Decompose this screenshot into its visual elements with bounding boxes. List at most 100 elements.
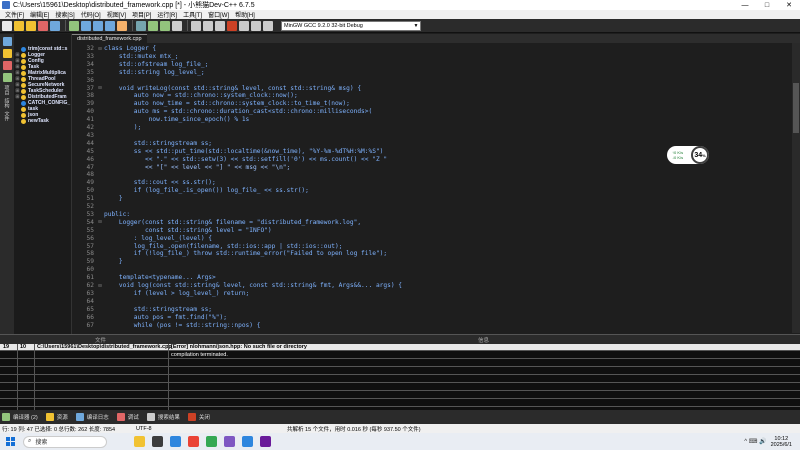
expand-icon[interactable]: ⊞ xyxy=(15,94,20,100)
close-button[interactable]: ✕ xyxy=(778,0,800,10)
side-tab-label[interactable]: 项目 xyxy=(4,85,11,95)
code-line[interactable]: 48 xyxy=(72,171,792,178)
taskbar-app-icon[interactable] xyxy=(170,436,181,447)
code-line[interactable]: 37 ⊟ void writeLog(const std::string& lev… xyxy=(72,85,792,92)
menu-item[interactable]: 工具[T] xyxy=(180,10,205,19)
taskbar-search[interactable]: ⌕ 搜索 xyxy=(23,435,107,448)
menu-item[interactable]: 代码[O] xyxy=(78,10,104,19)
toolbar-button-icon[interactable] xyxy=(81,20,91,31)
fold-icon[interactable]: ⊟ xyxy=(96,85,104,91)
menu-item[interactable]: 帮助[H] xyxy=(232,10,258,19)
code-line[interactable]: 64 xyxy=(72,298,792,305)
code-line[interactable]: 34 std::ofstream log_file_; xyxy=(72,61,792,68)
fold-icon[interactable]: ⊟ xyxy=(96,219,104,225)
bottom-tab[interactable]: 搜索结果 xyxy=(146,413,180,421)
toolbar-button-icon[interactable] xyxy=(172,20,182,31)
toolbar-button-icon[interactable] xyxy=(26,20,36,31)
code-line[interactable]: 36 xyxy=(72,77,792,84)
taskbar-app-icon[interactable] xyxy=(188,436,199,447)
side-tab-icon[interactable] xyxy=(2,37,12,46)
code-line[interactable]: 62 ⊟ void log(const std::string& level, c… xyxy=(72,282,792,289)
side-tab-label[interactable]: 文件 xyxy=(4,111,11,121)
toolbar-button-icon[interactable] xyxy=(160,20,170,31)
minimize-button[interactable]: — xyxy=(734,0,756,10)
menu-item[interactable]: 项目[P] xyxy=(129,10,154,19)
side-tab-icon[interactable] xyxy=(2,61,12,70)
menu-item[interactable]: 视图[V] xyxy=(104,10,129,19)
code-line[interactable]: 47 << "[" << level << "] " << msg << "\n… xyxy=(72,164,792,171)
code-line[interactable]: 63 if (level > log_level_) return; xyxy=(72,290,792,297)
toolbar-button-icon[interactable] xyxy=(251,20,261,31)
bottom-tab[interactable]: 调试 xyxy=(116,413,139,421)
code-line[interactable]: 61 template<typename... Args> xyxy=(72,274,792,281)
code-line[interactable]: 57 log_file_.open(filename, std::ios::ap… xyxy=(72,243,792,250)
toolbar-button-icon[interactable] xyxy=(215,20,225,31)
code-line[interactable]: 41 now.time_since_epoch() % 1s xyxy=(72,116,792,123)
menu-item[interactable]: 编辑[E] xyxy=(27,10,52,19)
file-encoding[interactable]: UTF-8 xyxy=(136,426,152,432)
code-line[interactable]: 59 } xyxy=(72,258,792,265)
taskbar-app-icon[interactable] xyxy=(224,436,235,447)
editor-scrollbar[interactable] xyxy=(792,43,800,333)
code-line[interactable]: 55 const std::string& level = "INFO") xyxy=(72,227,792,234)
output-row[interactable]: 19 10 C:\Users\15961\Desktop\distributed_f… xyxy=(0,344,800,351)
code-line[interactable]: 52 xyxy=(72,203,792,210)
side-tab-icon[interactable] xyxy=(2,73,12,82)
fold-icon[interactable]: ⊟ xyxy=(96,46,104,52)
menu-item[interactable]: 文件[F] xyxy=(2,10,27,19)
toolbar-button-icon[interactable] xyxy=(93,20,103,31)
windows-start-icon[interactable] xyxy=(6,437,15,446)
code-line[interactable]: 58 if (!log_file_) throw std::runtime_er… xyxy=(72,250,792,257)
network-gauge-widget[interactable]: ↑0 K/s ↓0 K/s 34% xyxy=(667,146,709,164)
code-line[interactable]: 66 auto pos = fmt.find("%"); xyxy=(72,314,792,321)
tray-icons[interactable]: ^ ⌨ 🔊 xyxy=(744,438,766,445)
maximize-button[interactable]: □ xyxy=(756,0,778,10)
scrollbar-thumb[interactable] xyxy=(793,83,799,133)
code-line[interactable]: 67 while (pos != std::string::npos) { xyxy=(72,322,792,329)
code-line[interactable]: 32 ⊟ class Logger { xyxy=(72,45,792,52)
toolbar-button-icon[interactable] xyxy=(239,20,249,31)
taskbar-app-icon[interactable] xyxy=(206,436,217,447)
toolbar-button-icon[interactable] xyxy=(38,20,48,31)
taskbar-app-icon[interactable] xyxy=(134,436,145,447)
toolbar-button-icon[interactable] xyxy=(69,20,79,31)
code-line[interactable]: 54 ⊟ Logger(const std::string& filename =… xyxy=(72,219,792,226)
toolbar-button-icon[interactable] xyxy=(2,20,12,31)
code-line[interactable]: 35 std::string log_level_; xyxy=(72,69,792,76)
code-line[interactable]: 40 auto ms = std::chrono::duration_cast<… xyxy=(72,108,792,115)
file-tab[interactable]: distributed_framework.cpp xyxy=(72,34,147,43)
class-browser-item[interactable]: newTask xyxy=(14,118,71,124)
taskbar-app-icon[interactable] xyxy=(260,436,271,447)
code-line[interactable]: 56 : log_level_(level) { xyxy=(72,235,792,242)
code-line[interactable]: 50 if (log_file_.is_open()) log_file_ <<… xyxy=(72,187,792,194)
toolbar-button-icon[interactable] xyxy=(191,20,201,31)
code-line[interactable]: 65 std::stringstream ss; xyxy=(72,306,792,313)
taskbar-app-icon[interactable] xyxy=(152,436,163,447)
menu-item[interactable]: 搜索[S] xyxy=(52,10,77,19)
toolbar-button-icon[interactable] xyxy=(14,20,24,31)
bottom-tab[interactable]: 关闭 xyxy=(187,413,210,421)
code-line[interactable]: 42 ); xyxy=(72,124,792,131)
toolbar-button-icon[interactable] xyxy=(50,20,60,31)
toolbar-button-icon[interactable] xyxy=(117,20,127,31)
bottom-tab[interactable]: 编译器 (2) xyxy=(2,413,38,421)
class-browser-item[interactable]: CATCH_CONFIG_ xyxy=(14,100,71,106)
toolbar-button-icon[interactable] xyxy=(263,20,273,31)
code-line[interactable]: 60 xyxy=(72,266,792,273)
toolbar-button-icon[interactable] xyxy=(136,20,146,31)
code-line[interactable]: 49 std::cout << ss.str(); xyxy=(72,179,792,186)
code-line[interactable]: 38 auto now = std::chrono::system_clock:… xyxy=(72,92,792,99)
code-editor[interactable]: 32 ⊟ class Logger {33 std::mutex mtx_; 34 s… xyxy=(72,43,792,333)
code-line[interactable]: 53 public: xyxy=(72,211,792,218)
bottom-tab[interactable]: 资源 xyxy=(45,413,68,421)
compiler-select[interactable]: MinGW GCC 9.2.0 32-bit Debug ▼ xyxy=(281,20,421,31)
taskbar-app-icon[interactable] xyxy=(242,436,253,447)
toolbar-button-icon[interactable] xyxy=(148,20,158,31)
output-row[interactable]: compilation terminated. xyxy=(0,352,800,359)
side-tab-label[interactable]: 结构 xyxy=(4,98,11,108)
bottom-tab[interactable]: 编译日志 xyxy=(75,413,109,421)
fold-icon[interactable]: ⊟ xyxy=(96,283,104,289)
code-line[interactable]: 51 } xyxy=(72,195,792,202)
toolbar-button-icon[interactable] xyxy=(203,20,213,31)
code-line[interactable]: 39 auto now_time = std::chrono::system_c… xyxy=(72,100,792,107)
